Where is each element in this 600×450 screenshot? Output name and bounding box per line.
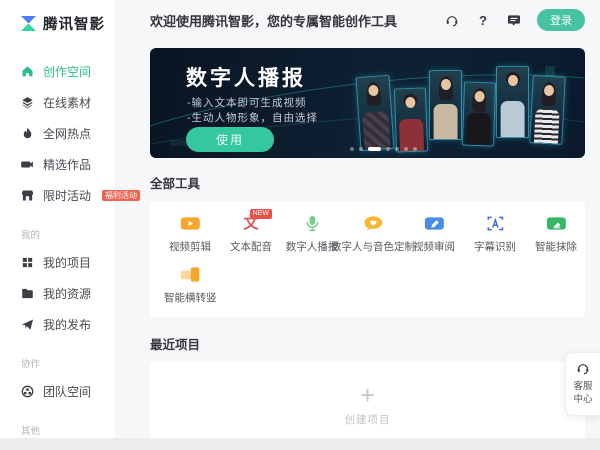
tools-heading: 全部工具 (150, 173, 585, 192)
new-badge: NEW (250, 209, 271, 219)
sidebar-item-label: 我的项目 (43, 254, 91, 271)
support-headset-icon (576, 361, 590, 375)
carousel-dot[interactable] (359, 147, 363, 151)
tool-horizontal-to-vertical[interactable]: 智能横转竖 (164, 265, 217, 305)
sidebar-item-featured-works[interactable]: 精选作品 (0, 149, 115, 180)
sidebar-group-title-collab: 协作 (0, 340, 115, 376)
sidebar-item-label: 创作空间 (43, 63, 91, 80)
app-logo[interactable]: 腾讯智影 (0, 0, 115, 34)
sidebar-menu: 创作空间 在线素材 全网热点 精选作品 限时活动 福利活动 (0, 56, 115, 211)
page-bottom-strip (0, 438, 600, 450)
digital-avatar (529, 75, 566, 145)
app-window: 腾讯智影 创作空间 在线素材 全网热点 精选作品 限时活动 福利活 (0, 0, 600, 450)
feedback-icon[interactable] (506, 12, 522, 28)
banner-subtitle-2: -生动人物形象，自由选择 (187, 110, 318, 125)
carousel-dot[interactable] (368, 147, 381, 151)
digital-avatar (394, 87, 428, 152)
create-project-button[interactable]: + 创建项目 (345, 383, 391, 427)
tools-card: 视频剪辑 文NEW 文本配音 数字人播报 数字人与音色定制 视频审阅 (150, 201, 585, 317)
rotate-video-icon (180, 265, 201, 284)
plus-icon: + (345, 383, 391, 407)
help-icon[interactable]: ? (475, 12, 491, 28)
digital-avatar (462, 81, 496, 146)
subtitle-recognition-icon (485, 214, 506, 233)
shop-icon (21, 189, 34, 202)
sidebar-item-my-publications[interactable]: 我的发布 (0, 309, 115, 340)
carousel-dot[interactable] (404, 147, 408, 151)
tools-row-1: 视频剪辑 文NEW 文本配音 数字人播报 数字人与音色定制 视频审阅 (164, 214, 573, 254)
smart-erase-icon (546, 214, 567, 233)
sidebar-item-creation-space[interactable]: 创作空间 (0, 56, 115, 87)
logo-icon (20, 15, 37, 32)
sidebar-item-label: 我的发布 (43, 316, 91, 333)
recent-projects-card: + 创建项目 (150, 362, 585, 448)
banner-subtitle-1: -输入文本即可生成视频 (187, 95, 307, 110)
logo-text: 腾讯智影 (43, 13, 105, 34)
sidebar-item-label: 团队空间 (43, 383, 91, 400)
team-icon (21, 385, 34, 398)
main-area: 欢迎使用腾讯智影，您的专属智能创作工具 ? 登录 数字人播报 -输入文本即 (115, 0, 600, 450)
text-dubbing-icon: 文NEW (243, 214, 258, 233)
video-camera-icon (21, 158, 34, 171)
login-button[interactable]: 登录 (537, 9, 585, 31)
tools-row-2: 智能横转竖 (164, 265, 573, 305)
home-icon (21, 65, 34, 78)
sidebar-item-online-assets[interactable]: 在线素材 (0, 87, 115, 118)
sidebar-item-label: 我的资源 (43, 285, 91, 302)
sidebar-group-title-mine: 我的 (0, 211, 115, 247)
microphone-icon (302, 214, 323, 233)
tool-subtitle-recognition[interactable]: 字幕识别 (469, 214, 521, 254)
digital-avatar (429, 70, 462, 140)
carousel-dot[interactable] (386, 147, 390, 151)
sidebar-item-my-resources[interactable]: 我的资源 (0, 278, 115, 309)
carousel-dots (350, 147, 417, 151)
tool-video-edit[interactable]: 视频剪辑 (164, 214, 216, 254)
sidebar-item-my-projects[interactable]: 我的项目 (0, 247, 115, 278)
sidebar-item-label: 精选作品 (43, 156, 91, 173)
banner-title: 数字人播报 (186, 62, 306, 92)
sidebar-item-label: 全网热点 (43, 125, 91, 142)
sidebar: 腾讯智影 创作空间 在线素材 全网热点 精选作品 限时活动 福利活 (0, 0, 115, 450)
heart-bubble-icon (363, 214, 384, 233)
tool-text-dubbing[interactable]: 文NEW 文本配音 (225, 214, 277, 254)
tool-smart-erase[interactable]: 智能抹除 (530, 214, 582, 254)
use-button[interactable]: 使用 (186, 127, 274, 152)
top-bar: 欢迎使用腾讯智影，您的专属智能创作工具 ? 登录 (115, 0, 600, 40)
sidebar-item-trending[interactable]: 全网热点 (0, 118, 115, 149)
send-icon (21, 318, 34, 331)
tool-video-review[interactable]: 视频审阅 (408, 214, 460, 254)
recent-heading: 最近项目 (150, 334, 585, 353)
carousel-dot[interactable] (395, 147, 399, 151)
flame-icon (21, 127, 34, 140)
headset-icon[interactable] (444, 12, 460, 28)
sidebar-item-label: 在线素材 (43, 94, 91, 111)
hero-banner: 数字人播报 -输入文本即可生成视频 -生动人物形象，自由选择 使用 (150, 48, 585, 158)
video-edit-icon (180, 214, 201, 233)
sidebar-item-team-space[interactable]: 团队空间 (0, 376, 115, 407)
sidebar-item-limited-events[interactable]: 限时活动 福利活动 (0, 180, 115, 211)
carousel-dot[interactable] (350, 147, 354, 151)
welcome-text: 欢迎使用腾讯智影，您的专属智能创作工具 (150, 11, 429, 30)
digital-avatar (355, 75, 394, 151)
folder-icon (21, 287, 34, 300)
carousel-dot[interactable] (413, 147, 417, 151)
layers-icon (21, 96, 34, 109)
support-center-button[interactable]: 客服 中心 (565, 352, 600, 416)
digital-avatar (496, 66, 529, 138)
event-badge: 福利活动 (102, 190, 140, 201)
grid-icon (21, 256, 34, 269)
sidebar-item-label: 限时活动 (43, 187, 91, 204)
video-review-icon (424, 214, 445, 233)
tool-voice-customization[interactable]: 数字人与音色定制 (347, 214, 399, 254)
